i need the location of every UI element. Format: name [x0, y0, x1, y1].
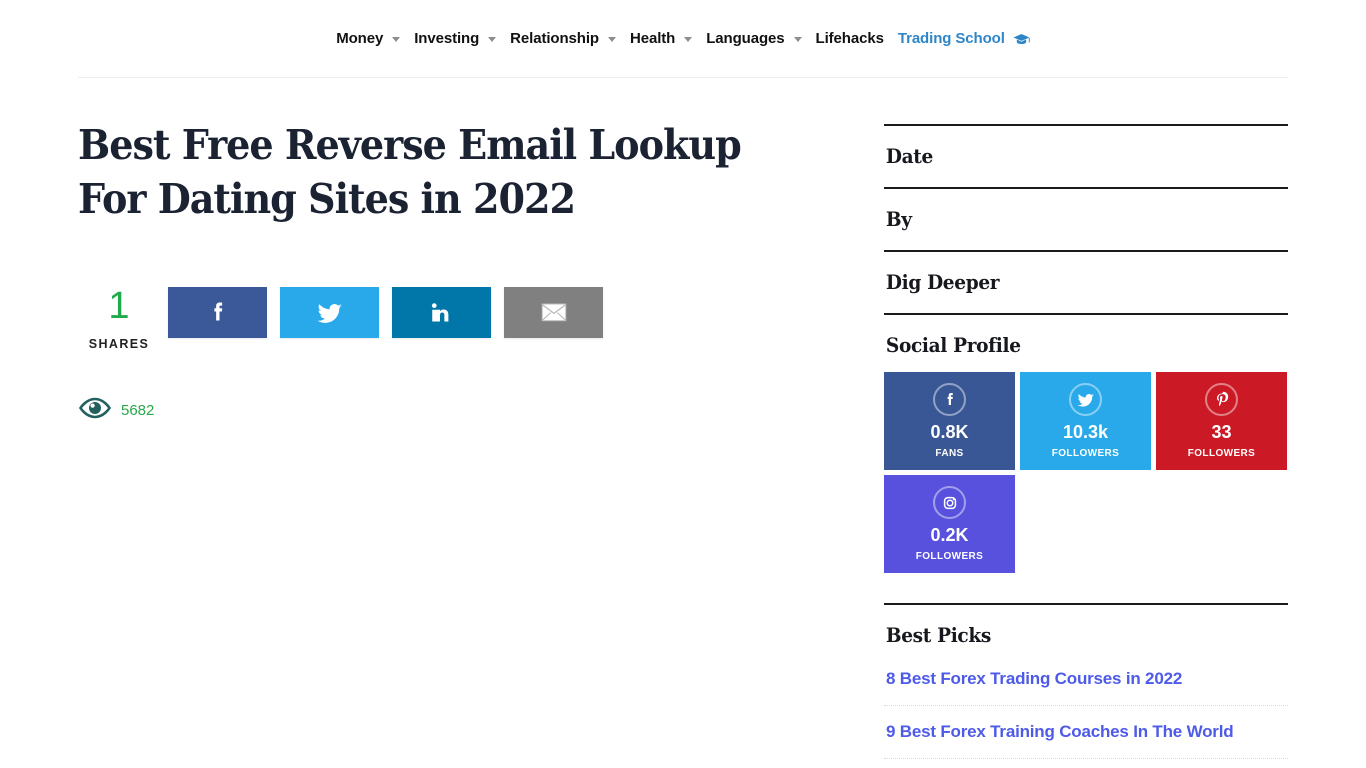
nav-item-label: Investing [414, 30, 480, 47]
nav-item-label: Money [336, 30, 384, 47]
eye-icon [78, 397, 112, 424]
graduation-cap-icon [1013, 33, 1030, 47]
facebook-icon [933, 383, 966, 416]
sidebar-section-social-profile: Social Profile 0.8K FANS 10.3k FOLLOWERS 33 F… [884, 313, 1288, 573]
social-card-label: FANS [935, 448, 964, 459]
nav-item-label: Relationship [510, 30, 599, 47]
chevron-down-icon [684, 37, 693, 42]
social-card-value: 0.8K [930, 422, 969, 442]
nav-item-label: Health [629, 30, 676, 47]
envelope-icon [541, 303, 567, 322]
share-bar: 1 SHARES [78, 287, 603, 351]
nav-item-languages[interactable]: Languages [706, 30, 802, 47]
nav-item-relationship[interactable]: Relationship [510, 30, 616, 47]
twitter-icon [315, 298, 345, 328]
nav-item-label: Lifehacks [815, 30, 884, 47]
social-profile-grid: 0.8K FANS 10.3k FOLLOWERS 33 FOLLOWERS 0.2K FOL… [884, 372, 1288, 573]
social-card-facebook[interactable]: 0.8K FANS [884, 372, 1015, 470]
sidebar: Date By Dig Deeper Social Profile 0.8K FA… [884, 124, 1288, 759]
page-root: Money Investing Relationship Health Language… [0, 0, 1366, 768]
social-card-instagram[interactable]: 0.2K FOLLOWERS [884, 475, 1015, 573]
nav-item-label: Languages [706, 30, 785, 47]
twitter-icon [1069, 383, 1102, 416]
best-pick-link[interactable]: 9 Best Forex Training Coaches In The Wor… [884, 706, 1288, 759]
sidebar-section-best-picks: Best Picks 8 Best Forex Trading Courses … [884, 603, 1288, 759]
instagram-icon [933, 486, 966, 519]
social-card-value: 10.3k [1062, 422, 1109, 442]
social-card-label: FOLLOWERS [915, 551, 984, 562]
chevron-down-icon [392, 37, 401, 42]
nav-item-lifehacks[interactable]: Lifehacks [816, 30, 884, 47]
chevron-down-icon [793, 37, 802, 42]
share-count-number: 1 [108, 285, 130, 327]
social-card-label: FOLLOWERS [1187, 448, 1256, 459]
best-pick-link[interactable]: 8 Best Forex Trading Courses in 2022 [884, 661, 1288, 706]
social-card-twitter[interactable]: 10.3k FOLLOWERS [1020, 372, 1151, 470]
sidebar-heading-best-picks: Best Picks [885, 624, 991, 647]
sidebar-heading-by: By [885, 208, 912, 231]
social-card-label: FOLLOWERS [1051, 448, 1120, 459]
chevron-down-icon [607, 37, 616, 42]
nav-item-money[interactable]: Money [336, 30, 401, 47]
nav-item-label: Trading School [897, 30, 1005, 47]
social-card-value: 33 [1211, 422, 1232, 442]
share-button-email[interactable] [504, 287, 603, 338]
social-card-value: 0.2K [930, 525, 969, 545]
sidebar-heading-social-profile: Social Profile [885, 334, 1021, 357]
main-navigation: Money Investing Relationship Health Language… [78, 0, 1288, 77]
share-count-label: SHARES [88, 337, 150, 351]
share-button-linkedin[interactable] [392, 287, 491, 338]
sidebar-heading-dig-deeper: Dig Deeper [885, 271, 1000, 294]
share-count: 1 SHARES [78, 287, 160, 351]
facebook-icon [203, 298, 233, 328]
sidebar-section-date: Date [884, 124, 1288, 187]
sidebar-section-dig-deeper: Dig Deeper [884, 250, 1288, 313]
article-header: Best Free Reverse Email Lookup For Datin… [78, 118, 838, 226]
nav-item-health[interactable]: Health [629, 30, 693, 47]
sidebar-section-by: By [884, 187, 1288, 250]
share-buttons [168, 287, 603, 338]
site-header: Money Investing Relationship Health Language… [78, 0, 1288, 78]
social-card-pinterest[interactable]: 33 FOLLOWERS [1156, 372, 1287, 470]
view-count: 5682 [121, 402, 155, 419]
nav-item-trading-school[interactable]: Trading School [898, 30, 1030, 47]
share-button-facebook[interactable] [168, 287, 267, 338]
share-button-twitter[interactable] [280, 287, 379, 338]
view-counter: 5682 [78, 397, 154, 424]
chevron-down-icon [488, 37, 497, 42]
sidebar-heading-date: Date [885, 145, 933, 168]
best-picks-list: 8 Best Forex Trading Courses in 2022 9 Be… [884, 661, 1288, 759]
nav-item-investing[interactable]: Investing [414, 30, 497, 47]
page-title: Best Free Reverse Email Lookup For Datin… [78, 121, 742, 223]
pinterest-icon [1205, 383, 1238, 416]
linkedin-icon [427, 298, 457, 328]
